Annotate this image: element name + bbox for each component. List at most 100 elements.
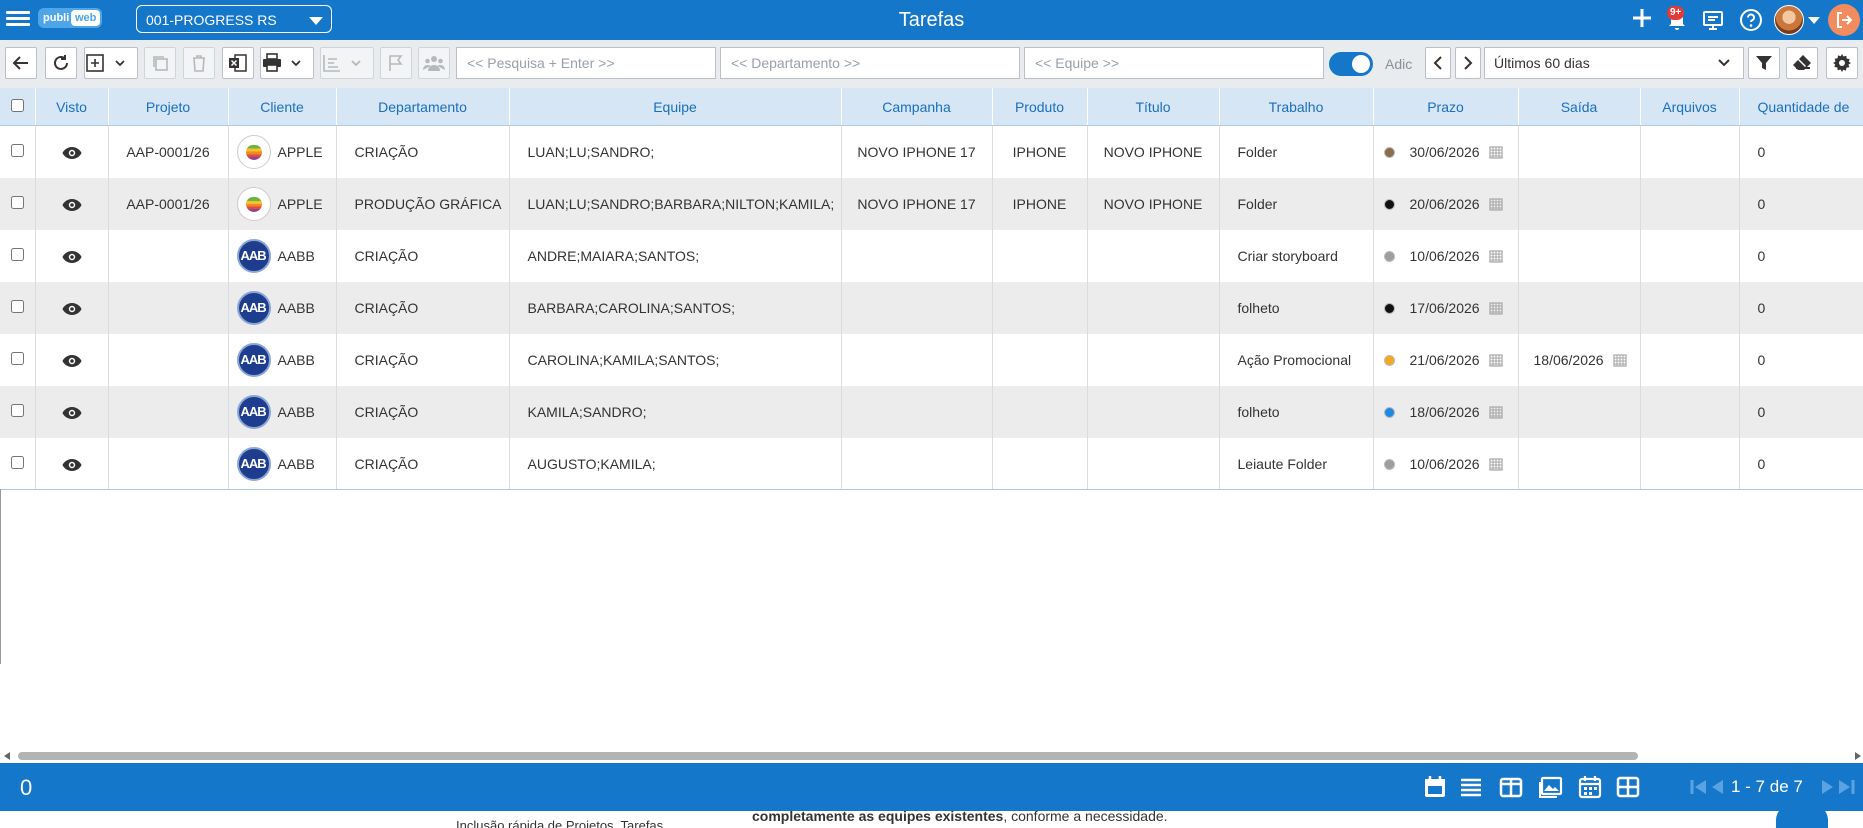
prazo-cell: 10/06/2026 [1373, 438, 1519, 489]
eye-icon[interactable] [62, 196, 82, 212]
tasks-table: Visto Projeto Cliente Departamento Equip… [0, 88, 1863, 489]
last-page-icon[interactable] [1836, 777, 1856, 797]
period-select[interactable]: Últimos 60 dias [1484, 47, 1744, 79]
equipe-cell: LUAN;LU;SANDRO;BARBARA;NILTON;KAMILA; [509, 178, 842, 230]
first-page-icon[interactable] [1689, 777, 1709, 797]
filter-button[interactable] [1748, 47, 1780, 79]
calendar-icon[interactable] [1488, 301, 1503, 315]
back-button[interactable] [5, 47, 37, 79]
horizontal-scrollbar[interactable] [0, 750, 1863, 762]
eye-icon[interactable] [62, 300, 82, 316]
scroll-right-icon[interactable] [1855, 752, 1861, 760]
row-checkbox[interactable] [10, 352, 24, 365]
flag-button[interactable] [380, 47, 412, 79]
calendar-icon[interactable] [1488, 197, 1503, 211]
row-checkbox[interactable] [10, 144, 24, 157]
eye-icon[interactable] [62, 248, 82, 264]
column-header-arquivos[interactable]: Arquivos [1640, 88, 1740, 126]
column-header-projeto[interactable]: Projeto [108, 88, 229, 126]
team-button[interactable] [418, 47, 450, 79]
chevron-down-icon[interactable] [1808, 17, 1820, 24]
month-calendar-icon[interactable] [1578, 775, 1602, 799]
page-title: Tarefas [898, 9, 965, 31]
add-icon[interactable] [1629, 7, 1655, 33]
split-view-icon[interactable] [1499, 775, 1523, 799]
eye-icon[interactable] [62, 456, 82, 472]
row-checkbox[interactable] [10, 404, 24, 417]
user-avatar[interactable] [1774, 5, 1804, 35]
top-bar: publi web 001-PROGRESS RS Tarefas 9+ [0, 0, 1863, 40]
projeto-cell [108, 230, 229, 282]
table-row[interactable]: AAB AABB CRIAÇÃO ANDRE;MAIARA;SANTOS; Criar … [0, 230, 1863, 282]
eye-icon[interactable] [62, 404, 82, 420]
previous-period-button[interactable] [1425, 47, 1451, 79]
sort-dropdown-button[interactable] [320, 47, 374, 79]
prazo-cell: 20/06/2026 [1373, 178, 1519, 230]
department-filter-input[interactable] [720, 47, 1020, 79]
clear-filters-button[interactable] [1786, 47, 1818, 79]
quantidade-cell: 0 [1739, 230, 1863, 282]
print-dropdown-button[interactable] [260, 47, 314, 79]
settings-button[interactable] [1826, 47, 1858, 79]
scrollbar-thumb[interactable] [18, 752, 1638, 760]
help-icon[interactable] [1738, 7, 1764, 33]
saida-cell [1518, 230, 1641, 282]
column-header-produto[interactable]: Produto [992, 88, 1088, 126]
table-row[interactable]: AAB AABB CRIAÇÃO AUGUSTO;KAMILA; Leiaute Fol… [0, 438, 1863, 489]
row-checkbox[interactable] [10, 196, 24, 209]
previous-page-icon[interactable] [1709, 777, 1725, 797]
cliente-cell: APPLE [228, 178, 337, 230]
eye-icon[interactable] [62, 144, 82, 160]
row-checkbox[interactable] [10, 248, 24, 261]
column-header-equipe[interactable]: Equipe [509, 88, 842, 126]
search-input[interactable] [456, 47, 716, 79]
table-row[interactable]: AAP-0001/26 APPLE PRODUÇÃO GRÁFICA LUAN;LU;… [0, 178, 1863, 230]
quantidade-cell: 0 [1739, 178, 1863, 230]
calendar-icon[interactable] [1612, 353, 1627, 367]
calendar-icon[interactable] [1488, 353, 1503, 367]
refresh-button[interactable] [45, 47, 77, 79]
excel-export-button[interactable] [222, 47, 254, 79]
column-header-titulo[interactable]: Título [1087, 88, 1220, 126]
delete-button[interactable] [183, 47, 215, 79]
campanha-cell [841, 230, 993, 282]
column-header-prazo[interactable]: Prazo [1373, 88, 1519, 126]
column-header-campanha[interactable]: Campanha [841, 88, 993, 126]
eye-icon[interactable] [62, 352, 82, 368]
calendar-view-icon[interactable] [1423, 775, 1447, 799]
arquivos-cell [1640, 178, 1740, 230]
table-row[interactable]: AAB AABB CRIAÇÃO KAMILA;SANDRO; folheto 18/06… [0, 386, 1863, 438]
row-checkbox[interactable] [10, 456, 24, 469]
column-header-trabalho[interactable]: Trabalho [1219, 88, 1374, 126]
grid-view-icon[interactable] [1616, 775, 1640, 799]
add-dropdown-button[interactable] [84, 47, 138, 79]
gallery-view-icon[interactable] [1539, 775, 1563, 799]
presentation-icon[interactable] [1700, 7, 1726, 33]
logout-icon[interactable] [1828, 4, 1860, 36]
calendar-icon[interactable] [1488, 145, 1503, 159]
add-toggle[interactable] [1329, 52, 1373, 76]
row-checkbox[interactable] [10, 300, 24, 313]
column-header-departamento[interactable]: Departamento [336, 88, 510, 126]
column-header-cliente[interactable]: Cliente [228, 88, 337, 126]
row-select-cell [0, 334, 36, 386]
table-row[interactable]: AAP-0001/26 APPLE CRIAÇÃO LUAN;LU;SANDRO; NO… [0, 125, 1863, 178]
calendar-icon[interactable] [1488, 457, 1503, 471]
list-view-icon[interactable] [1459, 775, 1483, 799]
next-period-button[interactable] [1455, 47, 1481, 79]
table-row[interactable]: AAB AABB CRIAÇÃO BARBARA;CAROLINA;SANTOS; fo… [0, 282, 1863, 334]
column-header-quantidade[interactable]: Quantidade de [1739, 88, 1863, 126]
table-row[interactable]: AAB AABB CRIAÇÃO CAROLINA;KAMILA;SANTOS; Açã… [0, 334, 1863, 386]
column-header-visto[interactable]: Visto [35, 88, 109, 126]
team-filter-input[interactable] [1024, 47, 1324, 79]
calendar-icon[interactable] [1488, 249, 1503, 263]
chat-help-button[interactable] [1776, 811, 1828, 828]
select-all-checkbox[interactable] [10, 98, 24, 112]
next-page-icon[interactable] [1820, 777, 1836, 797]
scroll-left-icon[interactable] [4, 752, 10, 760]
trabalho-cell: Leiaute Folder [1219, 438, 1374, 489]
duplicate-button[interactable] [144, 47, 176, 79]
calendar-icon[interactable] [1488, 405, 1503, 419]
select-all-cell [0, 88, 36, 126]
column-header-saida[interactable]: Saída [1518, 88, 1641, 126]
